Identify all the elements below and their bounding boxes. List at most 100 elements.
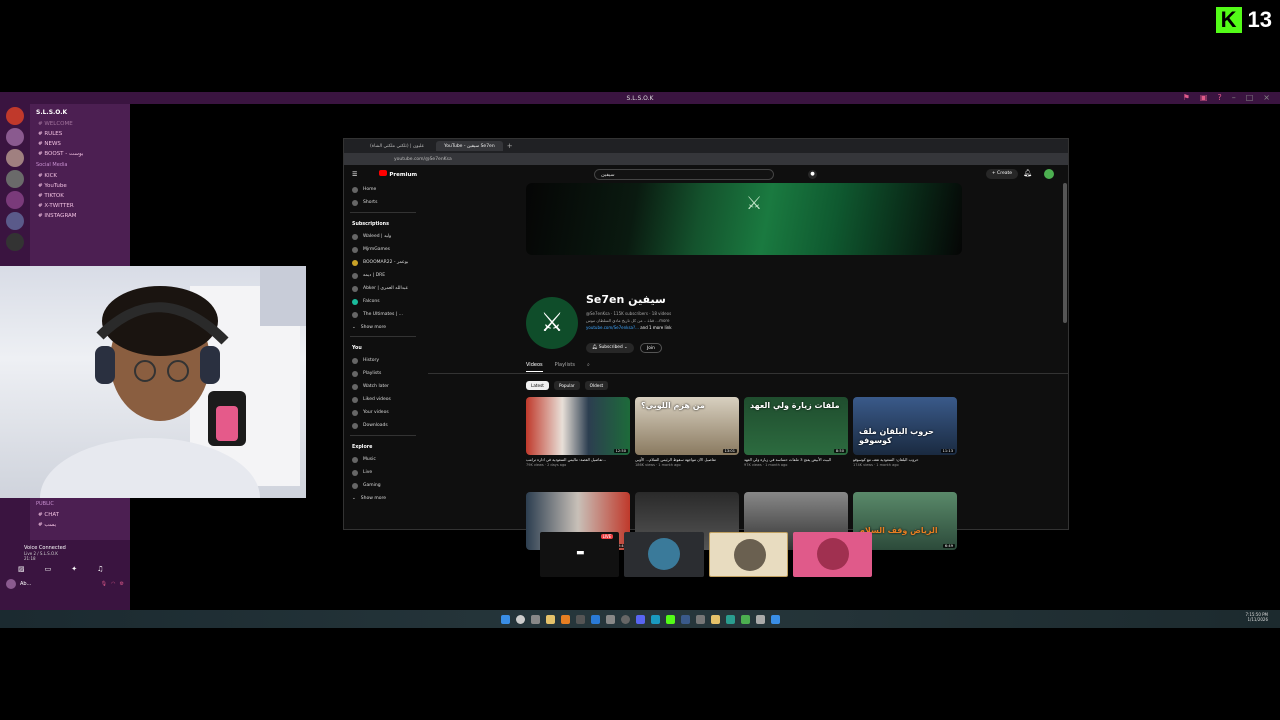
stream-tile[interactable] <box>792 532 873 577</box>
channel-youtube[interactable]: # YouTube <box>30 181 130 191</box>
channel-link[interactable]: youtube.com/Se7enksa?... <box>586 325 639 330</box>
minimize-icon[interactable]: – <box>1232 93 1236 102</box>
obs-icon[interactable] <box>620 614 630 624</box>
category-public[interactable]: PUBLIC <box>30 498 130 510</box>
subscription-item[interactable]: ديمه | DRE <box>344 269 422 282</box>
app-icon[interactable] <box>665 614 675 624</box>
discord-icon[interactable] <box>635 614 645 624</box>
folder-icon[interactable] <box>710 614 720 624</box>
video-thumbnail[interactable]: 12:50 <box>526 397 630 455</box>
stream-tile[interactable] <box>708 532 788 577</box>
mic-icon[interactable]: 🎙 <box>101 581 107 587</box>
app-icon[interactable] <box>770 614 780 624</box>
video-thumbnail[interactable]: من هزم اللوبي؟ 13:01 <box>635 397 739 455</box>
app-icon[interactable] <box>560 614 570 624</box>
search-icon[interactable] <box>515 614 525 624</box>
channel-rules[interactable]: # RULES <box>30 129 130 139</box>
flag-icon[interactable]: ⚑ <box>1183 93 1190 102</box>
channel-chat[interactable]: # CHAT <box>30 510 130 520</box>
video-thumbnail[interactable]: حروب البلقان ملف كوسوفو 11:13 <box>853 397 957 455</box>
channel-description[interactable]: قناة .. من كل تاريخ مادي السلطان موس ...… <box>586 317 786 324</box>
stream-tile[interactable]: LIVE ▬ <box>540 532 620 577</box>
help-icon[interactable]: ? <box>1217 93 1221 102</box>
you-heading[interactable]: You <box>344 340 422 354</box>
settings-gear-icon[interactable]: ⚙ <box>120 581 124 587</box>
create-button[interactable]: + Create <box>985 169 1018 179</box>
system-tray[interactable]: 7:15:50 PM 1/11/2026 <box>1245 612 1268 622</box>
video-card[interactable]: من هزم اللوبي؟ 13:01 تفاصيل الآن مواجهة س… <box>635 397 739 467</box>
new-tab-icon[interactable]: + <box>507 142 513 150</box>
file-explorer-icon[interactable] <box>545 614 555 624</box>
sidebar-item-home[interactable]: Home <box>344 183 422 196</box>
app-icon[interactable] <box>605 614 615 624</box>
maximize-icon[interactable]: □ <box>1246 93 1254 102</box>
channel-kick[interactable]: # KICK <box>30 171 130 181</box>
tab-inactive[interactable]: (تلكني ملكني الشاة) | عليون <box>362 141 432 151</box>
stream-tile[interactable] <box>624 532 704 577</box>
app-icon[interactable] <box>725 614 735 624</box>
user-name[interactable]: Ab... <box>20 581 31 587</box>
sidebar-item-music[interactable]: Music <box>344 453 422 466</box>
headphones-icon[interactable]: ◠ <box>111 581 115 587</box>
video-card[interactable]: 12:50 تفاصيل القصة: ماليس السعودية في اد… <box>526 397 630 467</box>
subscription-item[interactable]: The Ultimates | ... <box>344 308 422 321</box>
activity-icon[interactable]: ✦ <box>71 565 77 573</box>
video-title[interactable]: تفاصيل الآن مواجهة سقوط الرئيس السلام...… <box>635 457 739 462</box>
voice-search-icon[interactable]: ● <box>808 170 817 179</box>
show-more-subscriptions[interactable]: ⌄ Show more <box>344 321 422 333</box>
chrome-icon[interactable] <box>740 614 750 624</box>
camera-off-icon[interactable]: ▨ <box>18 565 25 573</box>
more-links[interactable]: and 1 more link <box>640 325 671 330</box>
channel-avatar[interactable]: ⚔ <box>526 297 578 349</box>
video-title[interactable]: حروب البلقان: السعودية تقف مع كوسوفو <box>853 457 957 462</box>
address-bar[interactable]: youtube.com/@Se7enKsa <box>344 153 1068 165</box>
notifications-icon[interactable]: 🔔︎ <box>1023 169 1032 177</box>
channel-instagram[interactable]: # INSTAGRAM <box>30 211 130 221</box>
youtube-logo[interactable]: Premium <box>379 170 417 178</box>
settings-icon[interactable] <box>755 614 765 624</box>
chip-latest[interactable]: Latest <box>526 381 549 390</box>
tab-videos[interactable]: Videos <box>526 362 543 372</box>
video-thumbnail[interactable]: ملفات زيارة ولي العهد 8:50 <box>744 397 848 455</box>
chip-oldest[interactable]: Oldest <box>584 381 609 390</box>
video-title[interactable]: البيت الأبيض يفتح 3 ملفات حساسة في زيارة… <box>744 457 848 462</box>
close-icon[interactable]: × <box>1263 93 1270 102</box>
subscription-item[interactable]: Abker | عبدالله العمري <box>344 282 422 295</box>
subscription-item[interactable]: BOOOMAR22 - بوعمر <box>344 256 422 269</box>
channel-twitter[interactable]: # X-TWITTER <box>30 201 130 211</box>
guild-icon[interactable] <box>6 149 24 167</box>
guild-icon[interactable] <box>6 107 24 125</box>
sidebar-item-live[interactable]: Live <box>344 466 422 479</box>
app-icon[interactable] <box>695 614 705 624</box>
tab-youtube[interactable]: YouTube - سيفين Se7en <box>436 141 503 151</box>
subscription-item[interactable]: Falcons <box>344 295 422 308</box>
search-input[interactable]: سيفين <box>594 169 774 180</box>
video-card[interactable]: حروب البلقان ملف كوسوفو 11:13 حروب البلقا… <box>853 397 957 467</box>
guild-icon[interactable] <box>6 191 24 209</box>
task-view-icon[interactable] <box>530 614 540 624</box>
category-social[interactable]: Social Media <box>30 159 130 171</box>
subscribed-button[interactable]: 🔔︎ Subscribed ⌄ <box>586 343 634 353</box>
sidebar-item-downloads[interactable]: Downloads <box>344 419 422 432</box>
sidebar-item-liked[interactable]: Liked videos <box>344 393 422 406</box>
join-button[interactable]: Join <box>640 343 662 353</box>
server-name[interactable]: S.L.S.O.K <box>30 106 130 119</box>
show-more-explore[interactable]: ⌄ Show more <box>344 492 422 504</box>
app-icon[interactable] <box>575 614 585 624</box>
tab-playlists[interactable]: Playlists <box>555 362 575 372</box>
video-card[interactable]: ملفات زيارة ولي العهد 8:50 البيت الأبيض ي… <box>744 397 848 467</box>
channel-misc[interactable]: # بسب <box>30 520 130 530</box>
scrollbar[interactable] <box>1063 183 1067 323</box>
avatar[interactable] <box>1044 169 1054 179</box>
sidebar-item-playlists[interactable]: Playlists <box>344 367 422 380</box>
soundboard-icon[interactable]: ♫ <box>97 565 103 573</box>
vscode-icon[interactable] <box>590 614 600 624</box>
sidebar-item-gaming[interactable]: Gaming <box>344 479 422 492</box>
guild-icon[interactable] <box>6 233 24 251</box>
steam-icon[interactable] <box>680 614 690 624</box>
channel-search-icon[interactable]: ⌕ <box>587 362 590 372</box>
subscription-item[interactable]: Waleed | وليد <box>344 230 422 243</box>
channel-welcome[interactable]: # WELCOME <box>30 119 130 129</box>
channel-boost[interactable]: # BOOST - بوست <box>30 149 130 159</box>
chip-popular[interactable]: Popular <box>553 381 580 390</box>
